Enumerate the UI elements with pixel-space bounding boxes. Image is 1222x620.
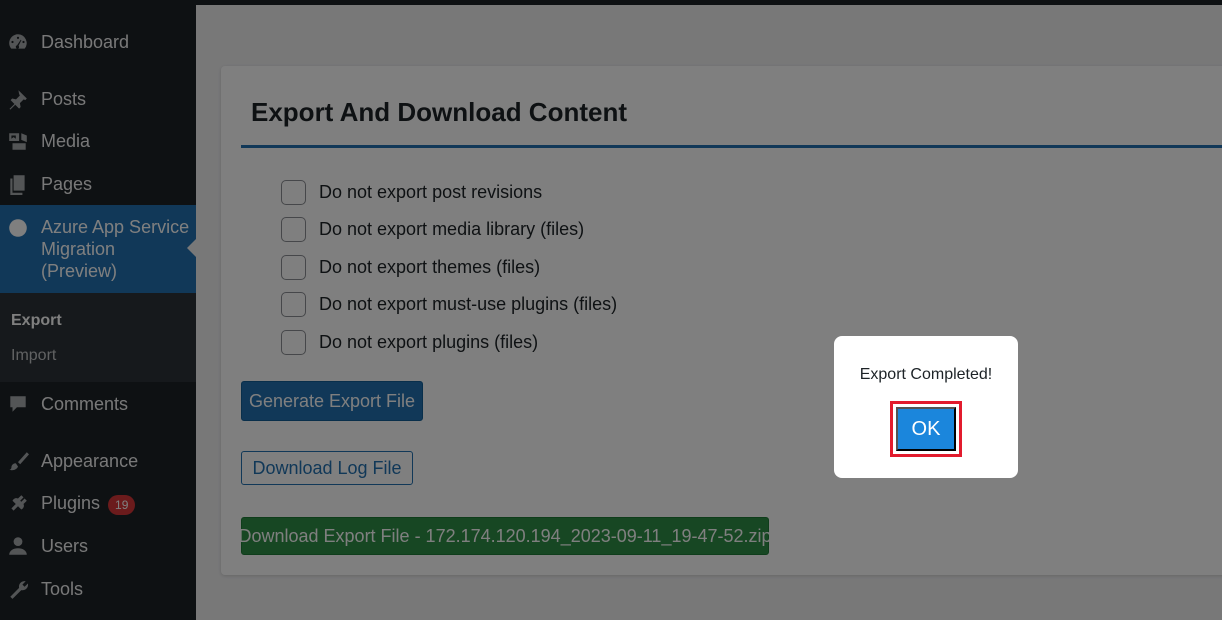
export-completed-dialog: Export Completed! OK: [834, 336, 1018, 478]
modal-backdrop[interactable]: [0, 0, 1222, 620]
dialog-message: Export Completed!: [859, 366, 993, 383]
ok-button-highlight: OK: [890, 401, 962, 457]
ok-button[interactable]: OK: [896, 407, 956, 451]
